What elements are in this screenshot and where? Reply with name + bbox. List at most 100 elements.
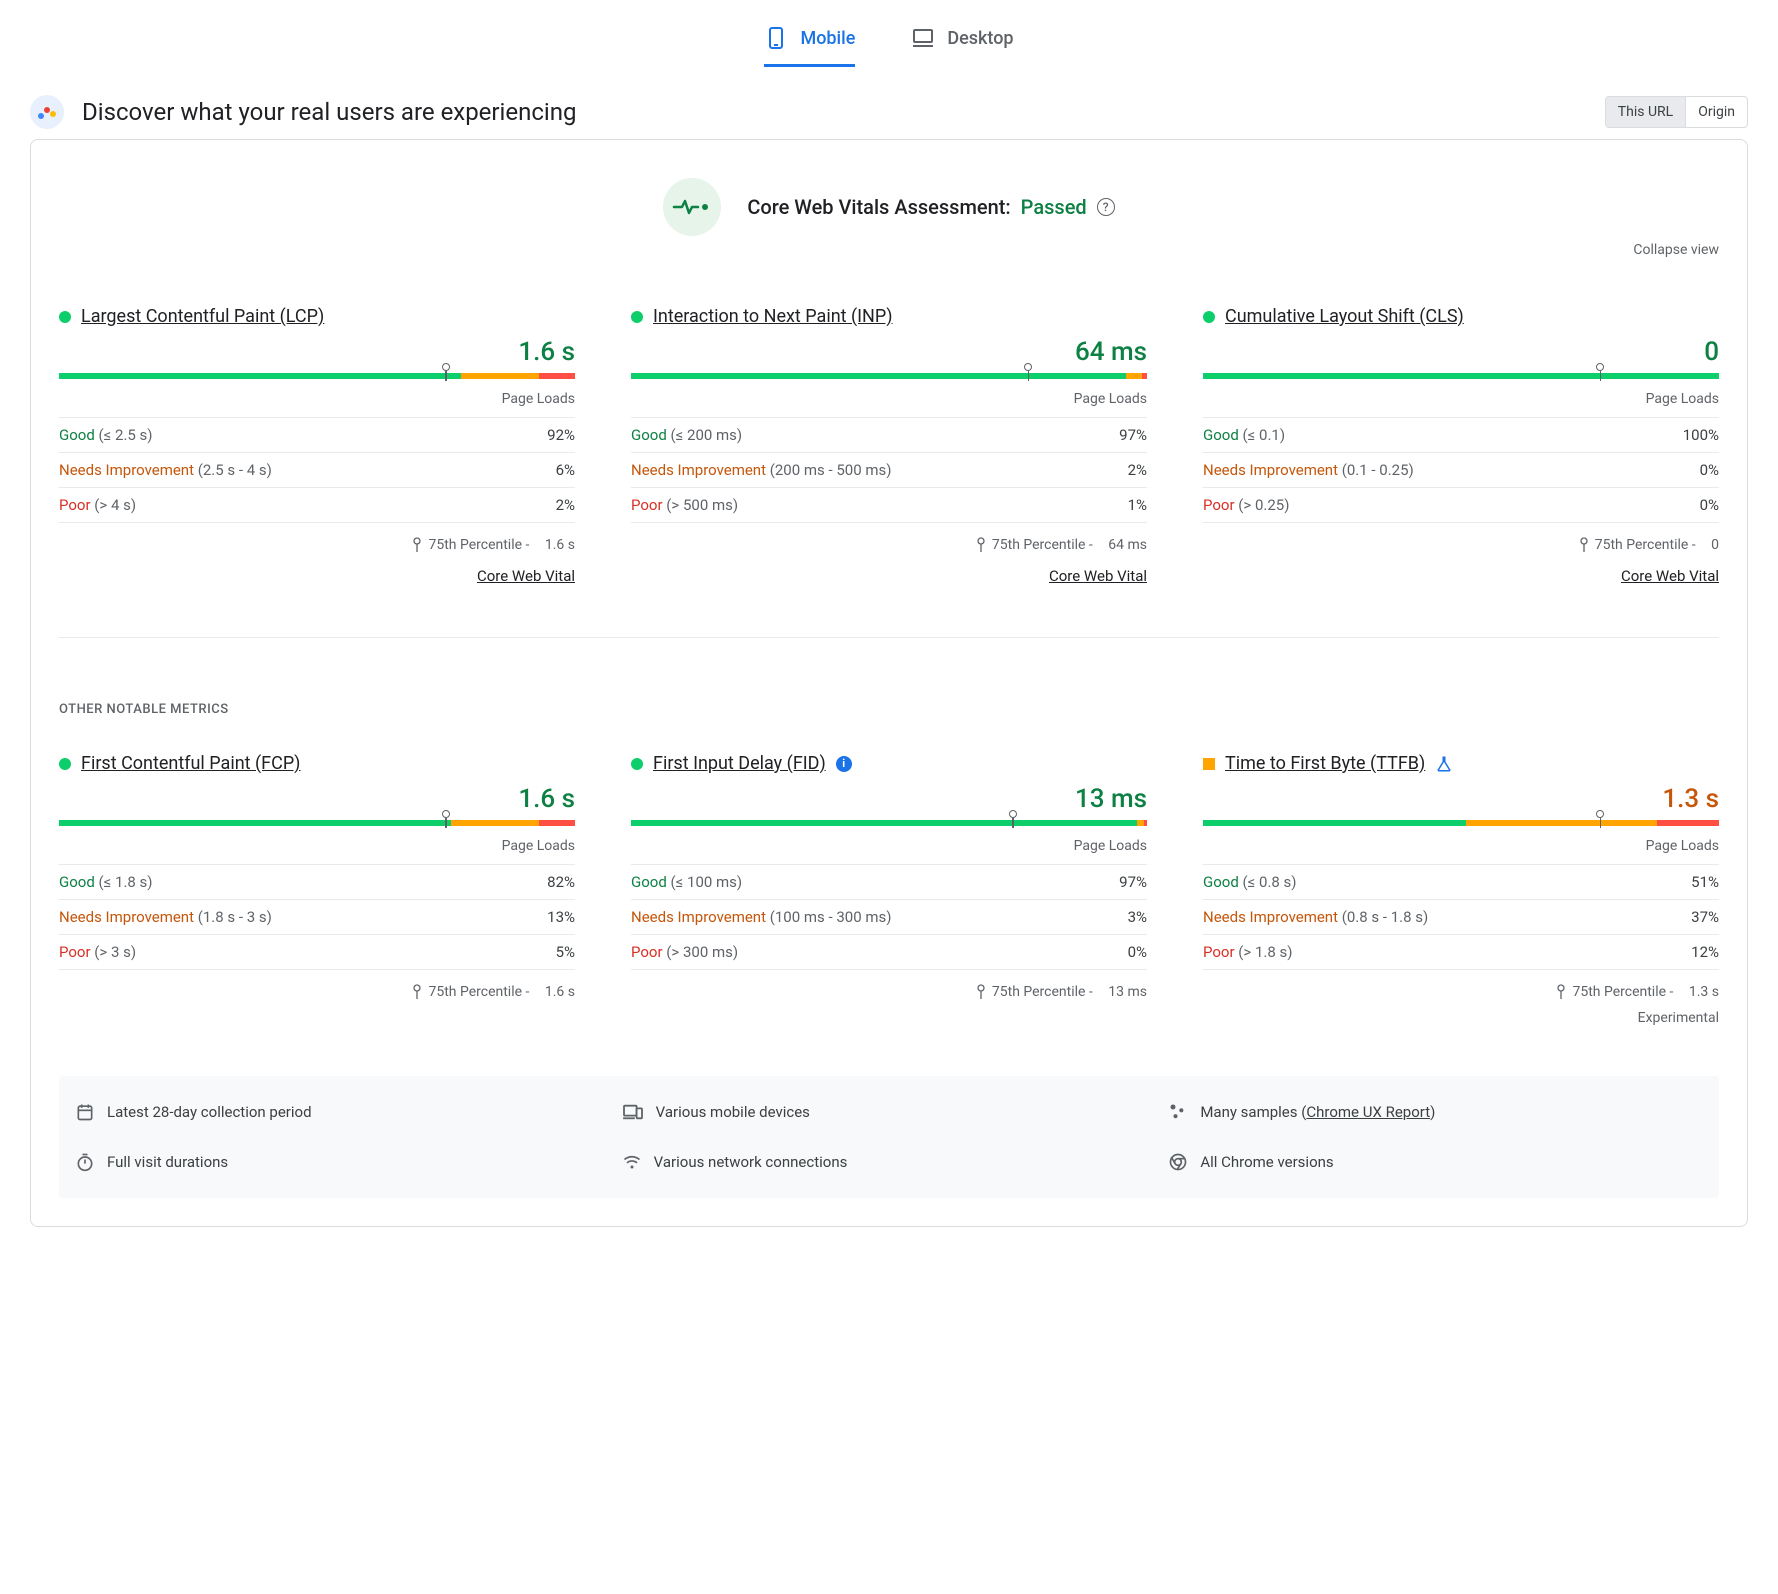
toggle-origin[interactable]: Origin	[1686, 97, 1747, 127]
percentile-marker-icon	[1596, 363, 1604, 381]
stopwatch-icon	[75, 1152, 95, 1172]
footer-versions: All Chrome versions	[1168, 1148, 1703, 1186]
metric-card-fcp: First Contentful Paint (FCP) 1.6 s Page …	[59, 753, 575, 1026]
p75-row: 75th Percentile - 1.3 s	[1203, 984, 1719, 1000]
percentile-marker-icon	[442, 363, 450, 381]
p75-row: 75th Percentile - 0	[1203, 537, 1719, 553]
percentile-pin-icon	[412, 537, 422, 553]
metric-card-inp: Interaction to Next Paint (INP) 64 ms Pa…	[631, 306, 1147, 585]
toggle-this-url[interactable]: This URL	[1606, 97, 1686, 127]
metric-card-cls: Cumulative Layout Shift (CLS) 0 Page Loa…	[1203, 306, 1719, 585]
metric-title[interactable]: Largest Contentful Paint (LCP)	[81, 306, 324, 327]
footer-period: Latest 28-day collection period	[75, 1098, 610, 1136]
data-source-footer: Latest 28-day collection period Various …	[59, 1076, 1719, 1198]
distribution-bar	[631, 820, 1147, 826]
percentile-pin-icon	[412, 984, 422, 1000]
percentile-pin-icon	[976, 537, 986, 553]
status-indicator	[59, 311, 71, 323]
page-loads-label: Page Loads	[631, 838, 1147, 854]
metric-title[interactable]: First Input Delay (FID)	[653, 753, 826, 774]
good-label: Good	[59, 426, 95, 444]
page-loads-label: Page Loads	[1203, 838, 1719, 854]
distribution-bar	[1203, 373, 1719, 379]
page-loads-label: Page Loads	[631, 391, 1147, 407]
help-icon[interactable]: ?	[1097, 198, 1115, 216]
other-metrics-header: OTHER NOTABLE METRICS	[59, 702, 1719, 717]
good-range: (≤ 2.5 s)	[99, 426, 153, 444]
assessment-status: Passed	[1021, 195, 1087, 219]
assessment-row: Core Web Vitals Assessment: Passed ?	[59, 178, 1719, 236]
status-indicator	[631, 758, 643, 770]
footer-samples: Many samples (Chrome UX Report)	[1168, 1098, 1703, 1136]
metric-value: 0	[1203, 337, 1719, 367]
core-web-vital-link[interactable]: Core Web Vital	[59, 567, 575, 585]
metric-title[interactable]: First Contentful Paint (FCP)	[81, 753, 300, 774]
poor-label: Poor	[59, 496, 91, 514]
page-title: Discover what your real users are experi…	[82, 98, 576, 126]
tab-mobile[interactable]: Mobile	[764, 10, 855, 67]
ni-label: Needs Improvement	[59, 461, 194, 479]
header-row: Discover what your real users are experi…	[30, 95, 1748, 129]
metric-title[interactable]: Cumulative Layout Shift (CLS)	[1225, 306, 1464, 327]
footer-devices: Various mobile devices	[622, 1098, 1157, 1136]
distribution-table: Good (≤ 1.8 s)82% Needs Improvement (1.8…	[59, 864, 575, 970]
core-web-vital-link[interactable]: Core Web Vital	[1203, 567, 1719, 585]
p75-row: 75th Percentile - 13 ms	[631, 984, 1147, 1000]
info-icon[interactable]: i	[836, 756, 852, 772]
ni-pct: 6%	[556, 461, 575, 479]
metric-value: 64 ms	[631, 337, 1147, 367]
metric-card-ttfb: Time to First Byte (TTFB) 1.3 s Page Loa…	[1203, 753, 1719, 1026]
percentile-marker-icon	[442, 810, 450, 828]
metric-card-lcp: Largest Contentful Paint (LCP) 1.6 s Pag…	[59, 306, 575, 585]
metric-value: 13 ms	[631, 784, 1147, 814]
experimental-label: Experimental	[1203, 1010, 1719, 1026]
percentile-pin-icon	[1579, 537, 1589, 553]
page-loads-label: Page Loads	[59, 391, 575, 407]
distribution-bar	[631, 373, 1147, 379]
flask-icon[interactable]	[1435, 755, 1453, 773]
distribution-table: Good (≤ 100 ms)97% Needs Improvement (10…	[631, 864, 1147, 970]
distribution-bar	[59, 373, 575, 379]
good-pct: 92%	[547, 426, 575, 444]
poor-pct: 2%	[556, 496, 575, 514]
tab-desktop[interactable]: Desktop	[911, 10, 1013, 67]
distribution-table: Good (≤ 0.1)100% Needs Improvement (0.1 …	[1203, 417, 1719, 523]
percentile-marker-icon	[1596, 810, 1604, 828]
metric-title[interactable]: Interaction to Next Paint (INP)	[653, 306, 893, 327]
distribution-table: Good (≤ 0.8 s)51% Needs Improvement (0.8…	[1203, 864, 1719, 970]
page-loads-label: Page Loads	[1203, 391, 1719, 407]
percentile-marker-icon	[1024, 363, 1032, 381]
tab-mobile-label: Mobile	[800, 28, 855, 49]
chrome-icon	[1168, 1152, 1188, 1172]
p75-row: 75th Percentile - 1.6 s	[59, 984, 575, 1000]
distribution-bar	[59, 820, 575, 826]
p75-row: 75th Percentile - 64 ms	[631, 537, 1147, 553]
page-loads-label: Page Loads	[59, 838, 575, 854]
metric-value: 1.3 s	[1203, 784, 1719, 814]
percentile-marker-icon	[1009, 810, 1017, 828]
footer-network: Various network connections	[622, 1148, 1157, 1186]
other-metrics-grid: First Contentful Paint (FCP) 1.6 s Page …	[59, 753, 1719, 1026]
metric-title[interactable]: Time to First Byte (TTFB)	[1225, 753, 1425, 774]
status-indicator	[1203, 311, 1215, 323]
tab-desktop-label: Desktop	[947, 28, 1013, 49]
url-origin-toggle: This URL Origin	[1605, 96, 1748, 128]
desktop-icon	[911, 26, 935, 50]
assessment-label: Core Web Vitals Assessment:	[747, 195, 1010, 219]
status-indicator	[59, 758, 71, 770]
poor-range: (> 4 s)	[94, 496, 136, 514]
percentile-pin-icon	[1556, 984, 1566, 1000]
core-web-vital-link[interactable]: Core Web Vital	[631, 567, 1147, 585]
crux-report-link[interactable]: Chrome UX Report	[1306, 1103, 1430, 1121]
percentile-pin-icon	[976, 984, 986, 1000]
ni-range: (2.5 s - 4 s)	[198, 461, 272, 479]
device-tabs: Mobile Desktop	[30, 0, 1748, 67]
collapse-view-link[interactable]: Collapse view	[59, 242, 1719, 258]
status-indicator	[631, 311, 643, 323]
core-vitals-grid: Largest Contentful Paint (LCP) 1.6 s Pag…	[59, 306, 1719, 585]
mobile-icon	[764, 26, 788, 50]
p75-row: 75th Percentile - 1.6 s	[59, 537, 575, 553]
pulse-icon	[663, 178, 721, 236]
distribution-bar	[1203, 820, 1719, 826]
footer-durations: Full visit durations	[75, 1148, 610, 1186]
